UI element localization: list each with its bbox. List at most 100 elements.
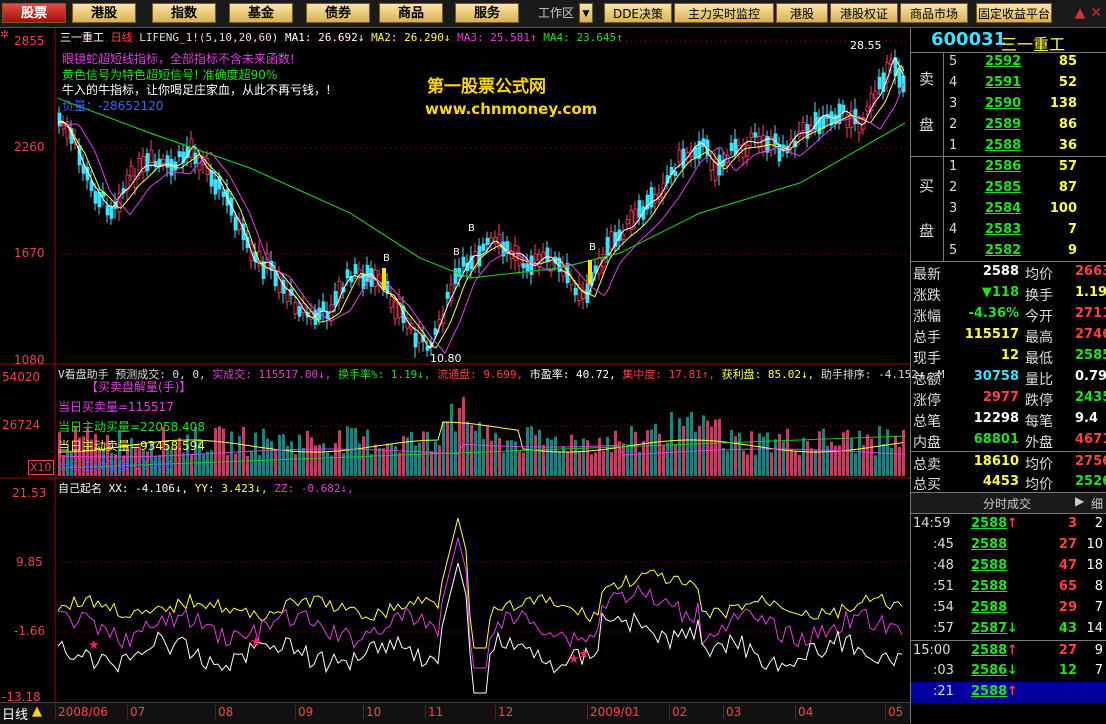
volume-bar bbox=[694, 431, 697, 476]
period-label: 日线 bbox=[110, 31, 133, 44]
ma4-value: MA4: 23.645↑ bbox=[543, 31, 623, 44]
candle-body bbox=[129, 165, 134, 177]
candle-body bbox=[481, 243, 486, 251]
menu-service-button[interactable]: 服务 bbox=[455, 3, 519, 23]
stat-value: 0.79 bbox=[1075, 369, 1106, 384]
volume-bar bbox=[406, 437, 409, 476]
candle-body bbox=[433, 328, 438, 335]
bids-row[interactable]: 4 2583 7 bbox=[911, 220, 1106, 241]
tick-price: 2587 bbox=[971, 621, 1008, 636]
candle-body bbox=[713, 161, 718, 181]
bids-row[interactable]: 3 2584 100 bbox=[911, 199, 1106, 220]
stat-value: 2746 bbox=[1075, 327, 1106, 342]
workarea-label[interactable]: 工作区 bbox=[538, 4, 574, 21]
menu-commodity-button[interactable]: 商品 bbox=[379, 3, 443, 23]
bids-row[interactable]: 5 2582 9 bbox=[911, 241, 1106, 262]
asks-row[interactable]: 3 2590 138 bbox=[911, 94, 1106, 115]
asks-row[interactable]: 5 2592 85 bbox=[911, 52, 1106, 73]
volume-bar bbox=[770, 452, 773, 476]
x-tick-label: 03 bbox=[723, 705, 741, 719]
osc-y-tick: -1.66 bbox=[14, 624, 46, 638]
menu-hk-button[interactable]: 港股 bbox=[72, 3, 136, 23]
menu-fund-button[interactable]: 基金 bbox=[229, 3, 293, 23]
volume-bar bbox=[370, 454, 373, 476]
tick-count: 14 bbox=[1086, 621, 1103, 636]
volume-bar bbox=[350, 428, 353, 476]
asks-row[interactable]: 4 2591 52 bbox=[911, 73, 1106, 94]
volume-bar bbox=[230, 431, 233, 476]
bids-row[interactable]: 2 2585 87 bbox=[911, 178, 1106, 199]
tick-time: 14:59 bbox=[913, 516, 951, 531]
settings-gear-icon[interactable]: ✲ bbox=[0, 28, 9, 41]
bids-price: 2583 bbox=[985, 222, 1022, 237]
candle-body bbox=[693, 146, 698, 159]
candle-body bbox=[569, 278, 574, 286]
tick-volume: 27 bbox=[1058, 643, 1077, 658]
menu-index-button[interactable]: 指数 bbox=[152, 3, 216, 23]
tick-row[interactable]: :57 2587 ↓ 43 14 bbox=[911, 619, 1106, 640]
tick-row[interactable]: :03 2586 ↓ 12 7 bbox=[911, 661, 1106, 682]
osc-yy: YY: 3.423↓, bbox=[194, 482, 268, 495]
volume-bar bbox=[742, 450, 745, 476]
volume-bar bbox=[630, 426, 633, 476]
quick-hk-warrant-button[interactable]: 港股权证 bbox=[830, 3, 898, 23]
ma1-value: MA1: 26.692↓ bbox=[284, 31, 365, 44]
volume-bar bbox=[866, 434, 869, 476]
tick-row[interactable]: :45 2588 27 10 bbox=[911, 535, 1106, 556]
ticks-play-icon[interactable]: ▶ bbox=[1075, 494, 1084, 508]
volume-bar bbox=[506, 440, 509, 476]
star-marker: ★ bbox=[578, 647, 590, 662]
quick-commodity-button[interactable]: 商品市场 bbox=[900, 3, 968, 23]
bids-row[interactable]: 1 2586 57 bbox=[911, 157, 1106, 178]
tick-row[interactable]: :48 2588 47 18 bbox=[911, 556, 1106, 577]
volume-bar bbox=[666, 442, 669, 476]
candle-body bbox=[109, 206, 114, 219]
workarea-dropdown-icon[interactable]: ▼ bbox=[579, 3, 593, 23]
volume-bar bbox=[458, 407, 461, 476]
quick-dde-button[interactable]: DDE决策 bbox=[604, 3, 672, 23]
volume-bar bbox=[674, 443, 677, 476]
stat-value: 115517 bbox=[964, 327, 1019, 342]
quote-title: 600031 三一重工 bbox=[911, 28, 1106, 54]
volume-bar bbox=[746, 454, 749, 476]
quick-hk-button[interactable]: 港股 bbox=[776, 3, 828, 23]
candle-body bbox=[677, 149, 682, 163]
volume-bar bbox=[258, 455, 261, 476]
volume-bar bbox=[794, 451, 797, 476]
asks-row[interactable]: 1 2588 36 bbox=[911, 136, 1106, 157]
stat-key: 现手 bbox=[913, 351, 941, 367]
stat-value: 2977 bbox=[982, 390, 1019, 405]
asks-row[interactable]: 2 2589 86 bbox=[911, 115, 1106, 136]
candle-body bbox=[637, 200, 642, 218]
menu-stocks-button[interactable]: 股票 bbox=[2, 3, 66, 23]
window-controls[interactable]: ▲ ✕ bbox=[1075, 5, 1102, 21]
volume-bar bbox=[526, 427, 529, 476]
volume-header-part: 换手率%: 1.19↓, bbox=[331, 368, 431, 381]
tick-volume: 43 bbox=[1058, 621, 1077, 636]
tick-row[interactable]: :51 2588 65 8 bbox=[911, 577, 1106, 598]
volume-header-part: 实成交: 115517.00↓, bbox=[205, 368, 332, 381]
ticks-detail-button[interactable]: 细 bbox=[1091, 495, 1103, 512]
volume-bar bbox=[206, 451, 209, 476]
quick-fixed-income-button[interactable]: 固定收益平台 bbox=[976, 3, 1052, 23]
candle-body bbox=[61, 123, 66, 130]
period-tab[interactable]: 日线 bbox=[2, 704, 28, 723]
volume-bar bbox=[582, 438, 585, 476]
tick-row[interactable]: 15:00 2588 ↑ 27 9 bbox=[911, 640, 1106, 662]
volume-bar bbox=[298, 434, 301, 476]
volume-bar bbox=[378, 448, 381, 476]
tick-row[interactable]: 14:59 2588 ↑ 3 2 bbox=[911, 514, 1106, 535]
tick-row[interactable]: :21 2588 ↑ bbox=[911, 682, 1106, 703]
volume-bar bbox=[314, 445, 317, 476]
candle-body bbox=[821, 115, 826, 129]
menu-bond-button[interactable]: 债券 bbox=[306, 3, 370, 23]
x-tick-label: 04 bbox=[795, 705, 813, 719]
volume-bar bbox=[282, 434, 285, 476]
vol-scale-x10[interactable]: X10 bbox=[28, 460, 54, 475]
candle-body bbox=[461, 256, 466, 267]
volume-bar bbox=[738, 432, 741, 476]
quick-monitor-button[interactable]: 主力实时监控 bbox=[674, 3, 774, 23]
tick-row[interactable]: :54 2588 29 7 bbox=[911, 598, 1106, 619]
period-tab-arrow-icon[interactable]: ▲ bbox=[32, 704, 42, 719]
volume-bar bbox=[558, 451, 561, 476]
